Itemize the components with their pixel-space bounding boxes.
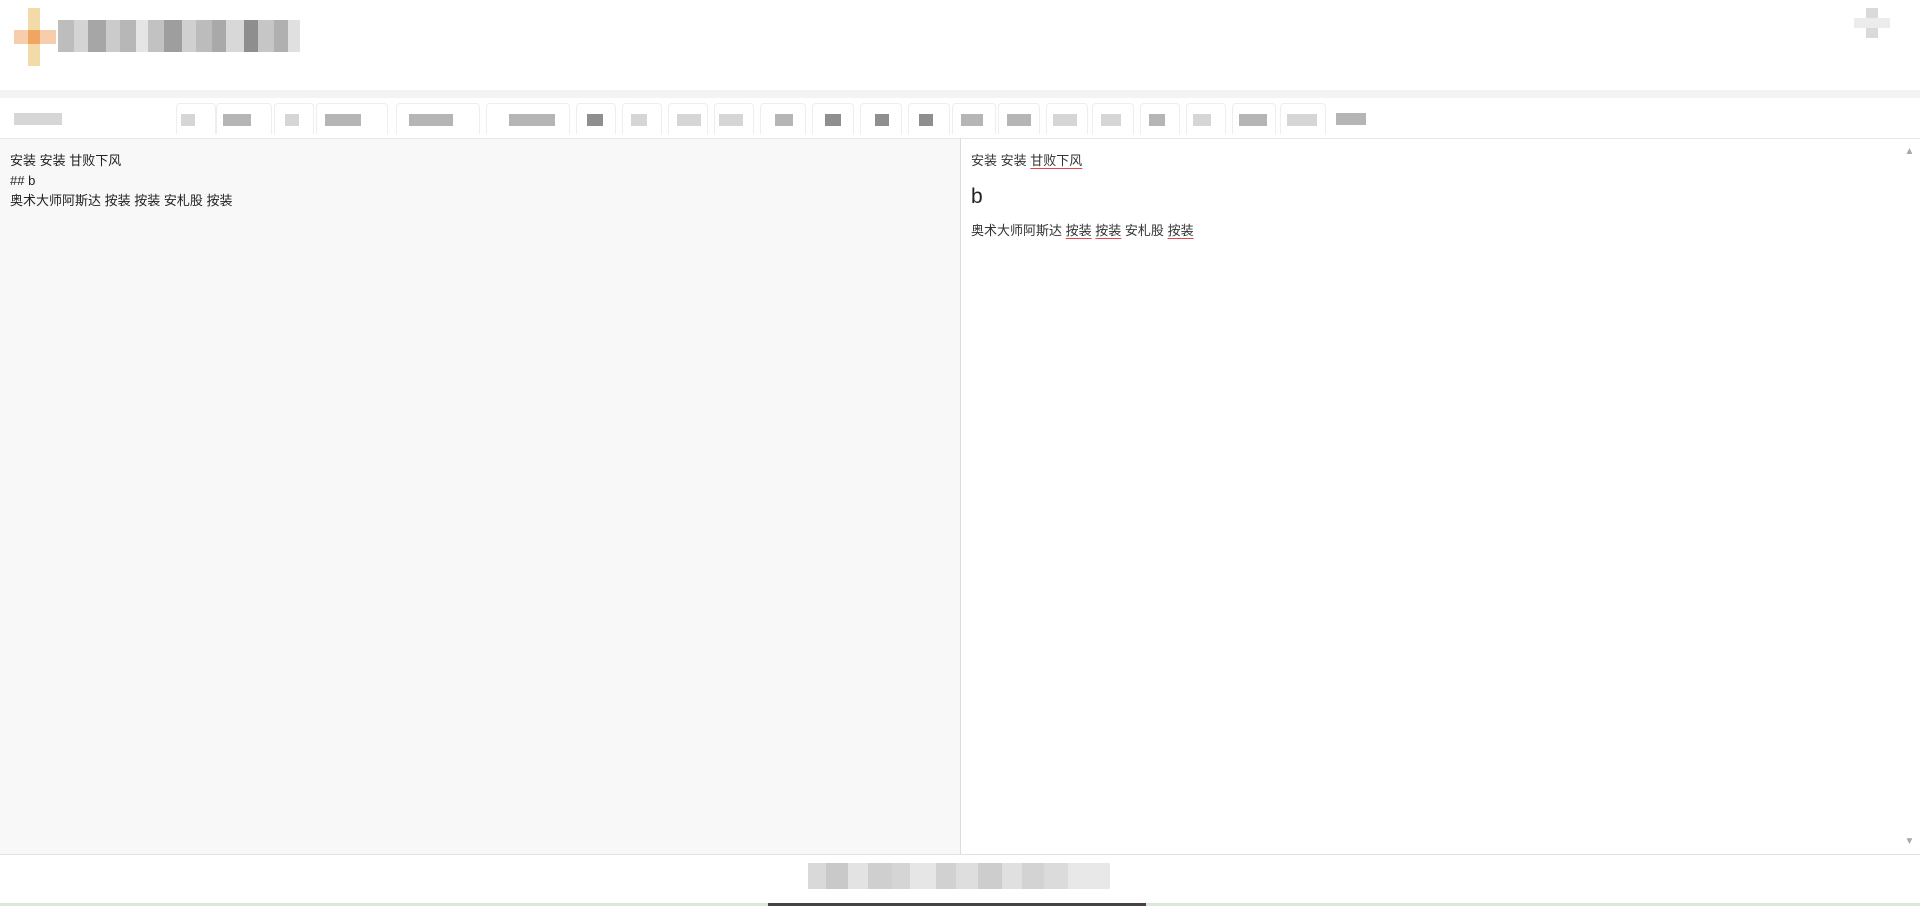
table-icon (775, 114, 793, 126)
scroll-up-icon[interactable]: ▲ (1903, 145, 1916, 158)
table-button[interactable] (760, 103, 806, 134)
preview-word: 安装 (971, 153, 998, 168)
app-header (0, 0, 1920, 90)
code-button[interactable] (622, 103, 662, 134)
italic-button[interactable] (216, 103, 272, 134)
preview-word: 安装 (1000, 153, 1027, 168)
spellcheck-word: 甘败下风 (1030, 153, 1083, 168)
columns-icon (1007, 114, 1031, 126)
fullscreen-icon (1053, 114, 1077, 126)
bold-icon (181, 114, 195, 126)
undo-button[interactable] (860, 103, 902, 134)
scroll-down-icon[interactable]: ▼ (1903, 835, 1916, 848)
italic-icon (223, 114, 251, 126)
bullet-list-icon (509, 114, 555, 126)
toolbar-extra-2[interactable] (1186, 103, 1226, 134)
preview-heading: b (971, 185, 983, 208)
app-logo-icon[interactable] (14, 8, 56, 66)
preview-paragraph: 奥术大师阿斯达 按装 按装 安札股 按装 (971, 221, 1889, 241)
quote-button[interactable] (396, 103, 480, 134)
status-footer (0, 854, 1920, 906)
heading-icon (325, 114, 361, 126)
question-icon (1101, 114, 1121, 126)
preview-paragraph: 安装 安装 甘败下风 (971, 151, 1889, 171)
paragraph-select[interactable] (2, 103, 172, 133)
editor-content[interactable]: 安装 安装 甘败下风 ## b 奥术大师阿斯达 按装 按装 安札股 按装 (0, 139, 960, 223)
toolbar-extra-3[interactable] (1232, 103, 1276, 134)
horizontal-rule-icon (825, 114, 841, 126)
strikethrough-icon (285, 114, 299, 126)
image-button[interactable] (714, 103, 754, 134)
preview-word: 安札股 (1124, 223, 1164, 238)
spellcheck-word: 按装 (1095, 223, 1122, 238)
app-title-blurred (58, 20, 300, 52)
app-title (58, 20, 378, 52)
markdown-preview: 安装 安装 甘败下风 b 奥术大师阿斯达 按装 按装 安札股 按装 (961, 139, 1899, 854)
quote-icon (409, 114, 453, 126)
preview-scrollbar[interactable]: ▲ ▼ (1899, 139, 1920, 854)
editor-line: ## b (10, 173, 36, 188)
preview-button[interactable] (952, 103, 996, 134)
editor-line: 奥术大师阿斯达 按装 按装 安札股 按装 (10, 193, 233, 208)
fullscreen-button[interactable] (1046, 103, 1088, 134)
ordered-list-button[interactable] (576, 103, 616, 134)
header-divider (0, 90, 1920, 98)
toolbar-extra-5[interactable] (1330, 103, 1374, 133)
image-icon (719, 114, 743, 126)
toolbar-extra-1[interactable] (1140, 103, 1180, 134)
code-icon (631, 114, 647, 126)
strikethrough-button[interactable] (274, 103, 314, 134)
eye-icon (961, 114, 983, 126)
preview-word: 奥术大师阿斯达 (971, 223, 1063, 238)
footer-text-blurred (808, 863, 1110, 889)
preview-content: 安装 安装 甘败下风 b 奥术大师阿斯达 按装 按装 安札股 按装 (961, 139, 1899, 265)
toolbar-extra-4[interactable] (1280, 103, 1326, 134)
bold-button[interactable] (176, 103, 216, 134)
user-menu-icon[interactable] (1852, 8, 1890, 38)
editor-toolbar (0, 98, 1920, 139)
heading-button[interactable] (316, 103, 388, 134)
redo-button[interactable] (908, 103, 950, 134)
editor-line: 安装 安装 甘败下风 (10, 153, 122, 168)
redo-icon (919, 114, 933, 126)
numbered-list-icon (587, 114, 603, 126)
unordered-list-button[interactable] (486, 103, 570, 134)
link-icon (677, 114, 701, 126)
hr-button[interactable] (812, 103, 854, 134)
help-button[interactable] (1092, 103, 1134, 134)
markdown-editor[interactable]: 安装 安装 甘败下风 ## b 奥术大师阿斯达 按装 按装 安札股 按装 (0, 139, 961, 854)
spellcheck-word: 按装 (1167, 223, 1194, 238)
side-by-side-button[interactable] (998, 103, 1040, 134)
spellcheck-word: 按装 (1065, 223, 1092, 238)
undo-icon (875, 114, 889, 126)
link-button[interactable] (668, 103, 708, 134)
